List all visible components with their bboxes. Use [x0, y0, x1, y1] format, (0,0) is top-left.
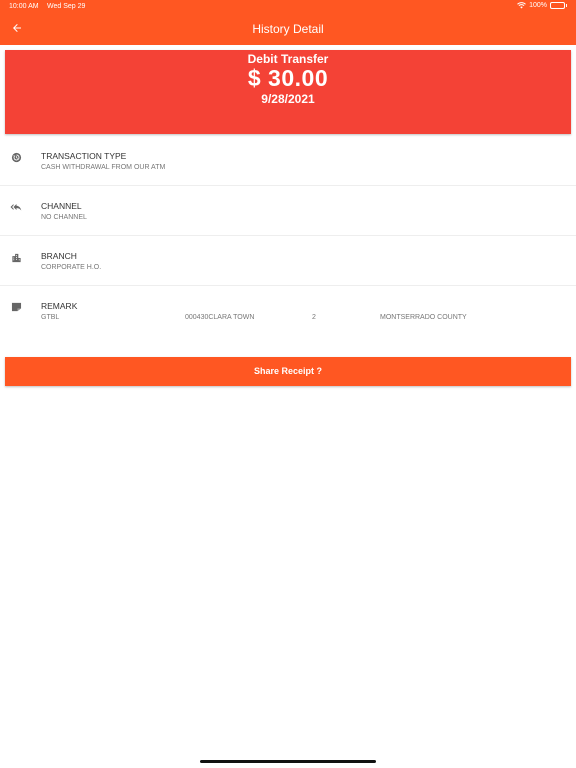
- remark-code: 2: [312, 314, 316, 321]
- detail-value: NO CHANNEL: [41, 214, 87, 221]
- status-time: 10:00 AM: [9, 3, 39, 10]
- battery-percent: 100%: [529, 2, 547, 9]
- remark-county: MONTSERRADO COUNTY: [380, 314, 467, 321]
- detail-label: TRANSACTION TYPE: [41, 151, 127, 161]
- detail-row-channel: CHANNEL NO CHANNEL: [0, 186, 576, 236]
- history-detail-screen: 10:00 AM Wed Sep 29 100% History Detail …: [0, 0, 576, 768]
- header: 10:00 AM Wed Sep 29 100% History Detail: [0, 0, 576, 45]
- detail-label: BRANCH: [41, 251, 77, 261]
- detail-label: CHANNEL: [41, 201, 82, 211]
- detail-value: CASH WITHDRAWAL FROM OUR ATM: [41, 164, 166, 171]
- wifi-icon: [517, 2, 526, 9]
- transaction-amount: $ 30.00: [247, 65, 329, 91]
- detail-value: CORPORATE H.O.: [41, 264, 102, 271]
- page-title: History Detail: [252, 22, 324, 36]
- app-bar: History Detail: [0, 13, 576, 45]
- status-date: Wed Sep 29: [47, 3, 86, 10]
- status-indicators: 100%: [517, 2, 567, 9]
- transaction-summary-card: Debit Transfer $ 30.00 9/28/2021: [5, 50, 571, 134]
- share-receipt-button[interactable]: Share Receipt ?: [5, 357, 571, 386]
- transaction-type-title: Debit Transfer: [247, 52, 329, 66]
- remark-location: 000430CLARA TOWN: [185, 314, 255, 321]
- home-indicator: [200, 760, 376, 763]
- detail-list: TRANSACTION TYPE CASH WITHDRAWAL FROM OU…: [0, 136, 576, 336]
- building-icon: [10, 251, 22, 263]
- remark-bank: GTBL: [41, 314, 60, 321]
- detail-row-transaction-type: TRANSACTION TYPE CASH WITHDRAWAL FROM OU…: [0, 136, 576, 186]
- detail-row-branch: BRANCH CORPORATE H.O.: [0, 236, 576, 286]
- reply-all-icon: [10, 201, 22, 213]
- detail-row-remark: REMARK GTBL 000430CLARA TOWN 2 MONTSERRA…: [0, 286, 576, 336]
- transaction-date: 9/28/2021: [261, 92, 315, 106]
- battery-icon: [550, 2, 567, 9]
- history-icon: [10, 151, 22, 163]
- detail-label: REMARK: [41, 301, 78, 311]
- note-icon: [10, 301, 22, 313]
- status-bar: 10:00 AM Wed Sep 29 100%: [0, 0, 576, 13]
